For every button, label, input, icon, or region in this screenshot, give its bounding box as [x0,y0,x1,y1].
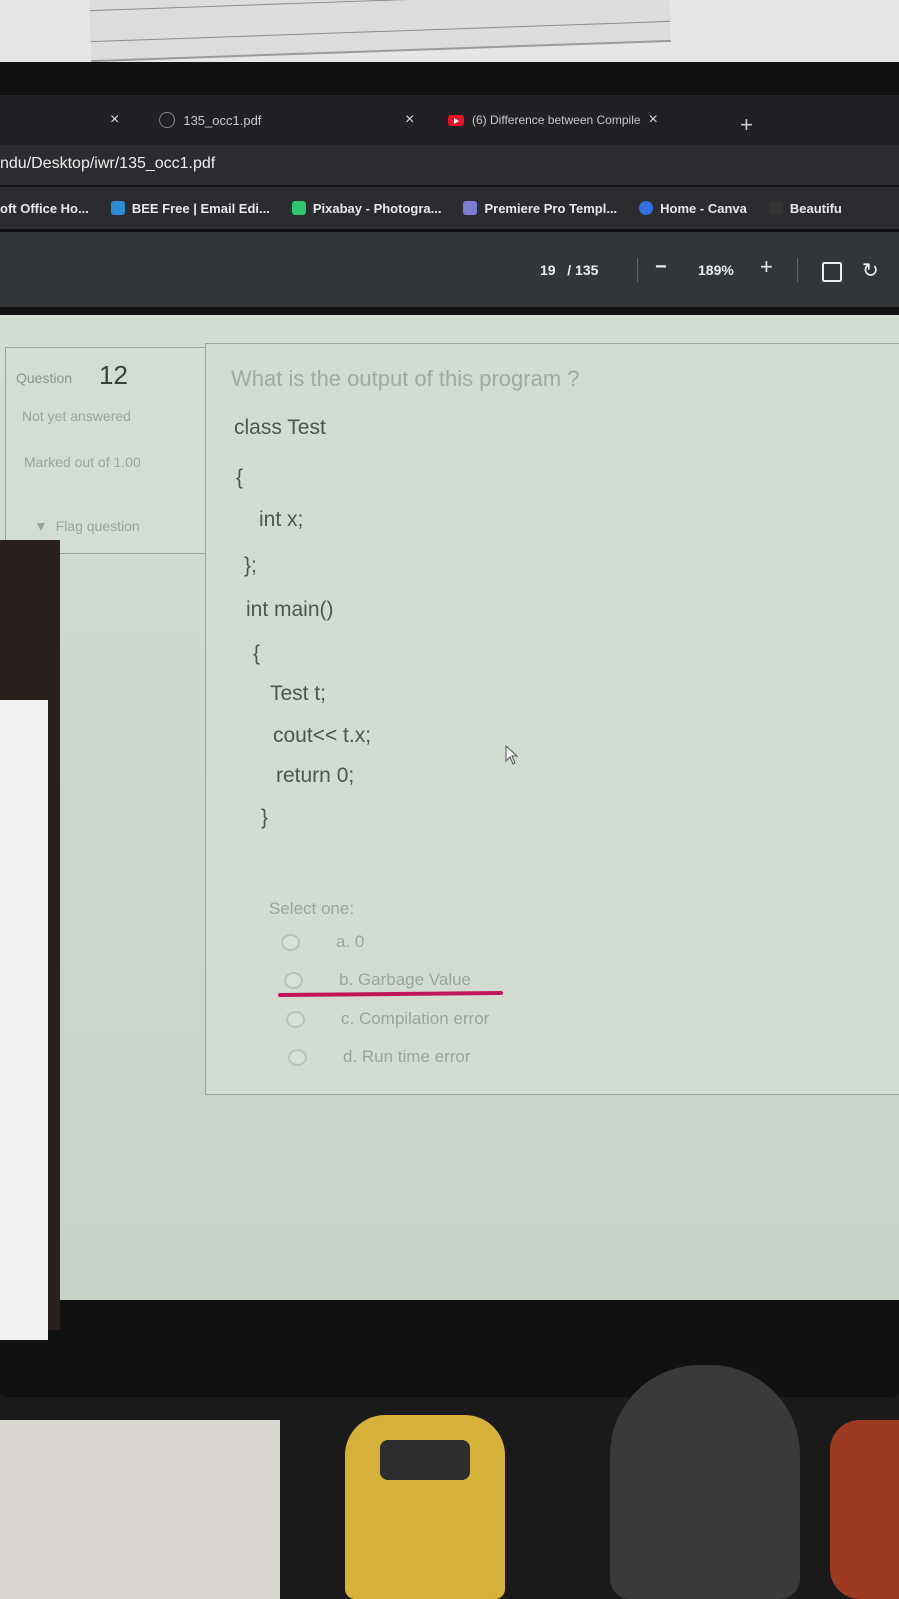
question-content-panel: What is the output of this program ? cla… [205,343,899,1095]
url-text[interactable]: ndu/Desktop/iwr/135_occ1.pdf [0,155,215,173]
globe-icon [159,112,176,128]
flag-icon: ▼ [34,518,48,534]
question-info-panel: Question 12 Not yet answered Marked out … [5,347,207,554]
premiere-icon [463,201,478,215]
question-marks: Marked out of 1.00 [24,454,141,470]
tab-pdf-close[interactable]: × [405,105,414,135]
bookmark-canva[interactable]: Home - Canva [639,201,747,216]
radio-button[interactable] [281,933,300,951]
rotate-icon[interactable]: ↻ [862,258,879,283]
red-object [830,1420,899,1599]
youtube-icon [448,114,464,126]
bee-icon [110,201,125,215]
divider [797,258,798,282]
bookmark-pixabay[interactable]: Pixabay - Photogra... [291,201,441,216]
tab-title: 135_occ1.pdf [183,112,262,128]
address-bar[interactable]: ndu/Desktop/iwr/135_occ1.pdf [0,145,899,185]
flag-question-link[interactable]: ▼ Flag question [34,518,140,534]
bookmark-bee[interactable]: BEE Free | Email Edi... [110,201,270,216]
page-number-input[interactable]: 19 / 135 [540,262,598,278]
question-number: 12 [99,360,128,390]
canva-icon [639,201,654,215]
mouse-cursor-icon [505,745,519,765]
bookmark-office[interactable]: oft Office Ho... [0,201,89,216]
tab-pdf[interactable]: × 135_occ1.pdf [110,105,261,135]
question-label: Question [16,370,73,386]
code-line: }; [244,554,257,577]
tab-title: (6) Difference between Compile [472,113,641,127]
zoom-in-button[interactable]: + [760,254,773,280]
pdf-toolbar: 19 / 135 − 189% + ↻ [0,232,899,307]
option-b[interactable]: b. Garbage Value [284,970,471,990]
bookmark-beautiful[interactable]: Beautifu [768,201,842,216]
divider [637,258,638,282]
zoom-level[interactable]: 189% [698,262,734,278]
pixabay-icon [291,201,306,215]
code-line: class Test [234,416,326,439]
code-line: int main() [246,598,334,621]
select-one-label: Select one: [269,899,355,918]
statue [610,1365,800,1599]
desk-surface [0,1420,280,1599]
radio-button[interactable] [284,971,303,989]
question-status: Not yet answered [22,408,131,424]
fit-page-icon[interactable] [822,262,842,282]
radio-button[interactable] [288,1048,307,1066]
code-line: { [253,642,261,665]
bookmark-icon [768,201,783,215]
option-a[interactable]: a. 0 [281,932,364,952]
option-d[interactable]: d. Run time error [288,1047,471,1067]
code-line: int x; [259,508,304,531]
close-icon[interactable]: × [649,111,658,129]
question-text: What is the output of this program ? [231,366,580,391]
tab-bar: × 135_occ1.pdf × (6) Difference between … [0,95,899,145]
code-line: Test t; [270,682,327,705]
close-icon: × [405,111,415,128]
option-c[interactable]: c. Compilation error [286,1009,489,1029]
bookmarks-bar: oft Office Ho... BEE Free | Email Edi...… [0,187,899,229]
tab-youtube[interactable]: (6) Difference between Compile × [448,105,658,135]
background-light [0,700,48,1340]
code-line: return 0; [276,764,355,787]
code-line: } [261,806,269,829]
close-icon[interactable]: × [110,111,119,129]
code-line: { [236,466,244,489]
new-tab-button[interactable]: + [740,112,753,138]
toy-car-window [380,1440,470,1480]
bookmark-premiere[interactable]: Premiere Pro Templ... [463,201,617,216]
zoom-out-button[interactable]: − [655,256,667,279]
radio-button[interactable] [286,1010,305,1028]
code-line: cout<< t.x; [273,724,372,747]
